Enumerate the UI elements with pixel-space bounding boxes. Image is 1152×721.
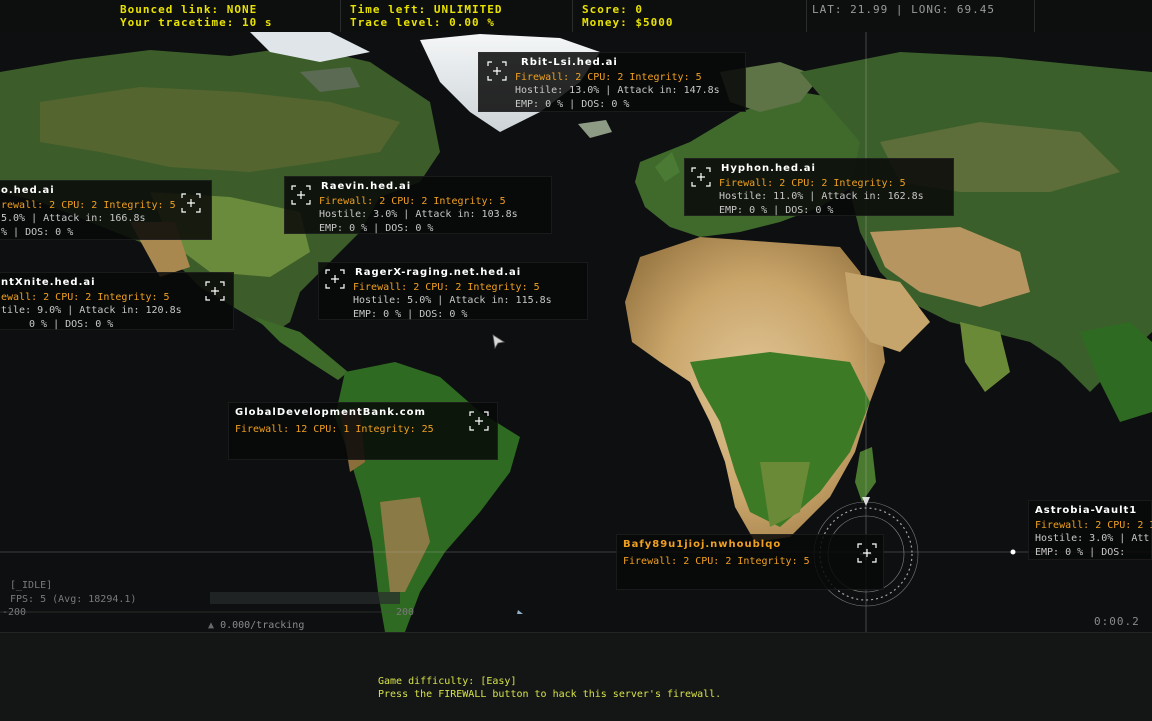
- server-stats: rewall: 2 CPU: 2 Integrity: 5: [1, 199, 176, 211]
- server-node-bafy[interactable]: Bafy89u1jioj.nwhoublqo Firewall: 2 CPU: …: [616, 534, 884, 590]
- server-node-astrobia-vault[interactable]: Astrobia-Vault1 Firewall: 2 CPU: 2 Inte …: [1028, 500, 1152, 560]
- server-stats: Firewall: 2 CPU: 2 Integrity: 5: [515, 71, 702, 83]
- server-node-ntxnite[interactable]: ntXnite.hed.ai ewall: 2 CPU: 2 Integrity…: [0, 272, 234, 330]
- server-emp-dos: % | DOS: 0 %: [1, 226, 74, 238]
- server-hostile: Hostile: 3.0% | Att: [1035, 533, 1150, 544]
- score-status: Score: 0: [582, 3, 643, 16]
- top-status-bar: Bounced link: NONE Your tracetime: 10 s …: [0, 0, 1152, 33]
- server-name: o.hed.ai: [1, 185, 55, 196]
- server-stats: Firewall: 12 CPU: 1 Integrity: 25: [235, 423, 434, 435]
- server-node-ragerx[interactable]: RagerX-raging.net.hed.ai Firewall: 2 CPU…: [318, 262, 588, 320]
- server-node-hyphon[interactable]: Hyphon.hed.ai Firewall: 2 CPU: 2 Integri…: [684, 158, 954, 216]
- server-name: GlobalDevelopmentBank.com: [235, 407, 426, 418]
- server-hostile: Hostile: 11.0% | Attack in: 162.8s: [719, 191, 924, 202]
- server-name: Bafy89u1jioj.nwhoublqo: [623, 539, 782, 550]
- server-stats: Firewall: 2 CPU: 2 Integrity: 5: [623, 555, 810, 567]
- trace-time-status: Your tracetime: 10 s: [120, 16, 273, 29]
- server-stats: Firewall: 2 CPU: 2 Integrity: 5: [719, 177, 906, 189]
- tracking-value: 0.000/tracking: [220, 620, 305, 631]
- idle-status: [_IDLE]: [10, 580, 53, 591]
- server-hostile: 5.0% | Attack in: 166.8s: [1, 213, 146, 224]
- target-crosshair-icon[interactable]: [325, 269, 345, 289]
- server-stats: Firewall: 2 CPU: 2 Integrity: 5: [353, 281, 540, 293]
- message-panel: Game difficulty: [Easy] Press the FIREWA…: [0, 632, 1152, 721]
- coordinates-readout: LAT: 21.99 | LONG: 69.45: [812, 3, 995, 16]
- mouse-cursor-icon: [492, 334, 506, 350]
- trace-level-status: Trace level: 0.00 %: [350, 16, 495, 29]
- server-name: RagerX-raging.net.hed.ai: [355, 267, 522, 278]
- server-node-rbit[interactable]: Rbit-Lsi.hed.ai Firewall: 2 CPU: 2 Integ…: [478, 52, 746, 112]
- target-crosshair-icon[interactable]: [857, 543, 877, 563]
- timer-readout: 0:00.2: [1094, 615, 1140, 628]
- server-stats: Firewall: 2 CPU: 2 Integrity: 5: [319, 195, 506, 207]
- server-node-o[interactable]: o.hed.ai rewall: 2 CPU: 2 Integrity: 5 5…: [0, 180, 212, 240]
- target-crosshair-icon[interactable]: [205, 281, 225, 301]
- fps-readout: FPS: 5 (Avg: 18294.1): [10, 594, 137, 605]
- hint-message: Press the FIREWALL button to hack this s…: [378, 689, 722, 700]
- server-name: ntXnite.hed.ai: [1, 277, 96, 288]
- time-left-status: Time left: UNLIMITED: [350, 3, 503, 16]
- world-map-graphic: [0, 32, 1152, 632]
- server-emp-dos: EMP: 0 % | DOS:: [1035, 546, 1126, 558]
- target-crosshair-icon[interactable]: [487, 61, 507, 81]
- server-emp-dos: EMP: 0 % | DOS: 0 %: [719, 204, 834, 216]
- world-map[interactable]: [0, 32, 1152, 632]
- server-hostile: Hostile: 3.0% | Attack in: 103.8s: [319, 209, 518, 220]
- server-hostile: tile: 9.0% | Attack in: 120.8s: [1, 305, 182, 316]
- server-hostile: Hostile: 13.0% | Attack in: 147.8s: [515, 85, 720, 96]
- server-node-raevin[interactable]: Raevin.hed.ai Firewall: 2 CPU: 2 Integri…: [284, 176, 552, 234]
- target-crosshair-icon[interactable]: [181, 193, 201, 213]
- tracking-readout: ▲ 0.000/tracking: [208, 620, 304, 631]
- server-stats: Firewall: 2 CPU: 2 Inte: [1035, 519, 1152, 531]
- difficulty-message: Game difficulty: [Easy]: [378, 676, 517, 687]
- server-name: Rbit-Lsi.hed.ai: [521, 57, 618, 68]
- graph-axis-min: -200: [2, 607, 27, 618]
- server-emp-dos: EMP: 0 % | DOS: 0 %: [353, 308, 468, 320]
- target-crosshair-icon[interactable]: [291, 185, 311, 205]
- server-emp-dos: EMP: 0 % | DOS: 0 %: [515, 98, 630, 110]
- server-name: Astrobia-Vault1: [1035, 505, 1138, 516]
- server-name: Raevin.hed.ai: [321, 181, 412, 192]
- server-emp-dos: 0 % | DOS: 0 %: [29, 318, 114, 330]
- money-status: Money: $5000: [582, 16, 674, 29]
- server-node-global-development-bank[interactable]: GlobalDevelopmentBank.com Firewall: 12 C…: [228, 402, 498, 460]
- server-emp-dos: EMP: 0 % | DOS: 0 %: [319, 222, 434, 234]
- server-name: Hyphon.hed.ai: [721, 163, 816, 174]
- server-hostile: Hostile: 5.0% | Attack in: 115.8s: [353, 295, 552, 306]
- graph-axis-max: 200: [396, 607, 415, 618]
- server-stats: ewall: 2 CPU: 2 Integrity: 5: [1, 291, 170, 303]
- triangle-up-icon: ▲: [208, 620, 215, 631]
- target-crosshair-icon[interactable]: [691, 167, 711, 187]
- bounced-link-status: Bounced link: NONE: [120, 3, 258, 16]
- target-crosshair-icon[interactable]: [469, 411, 489, 431]
